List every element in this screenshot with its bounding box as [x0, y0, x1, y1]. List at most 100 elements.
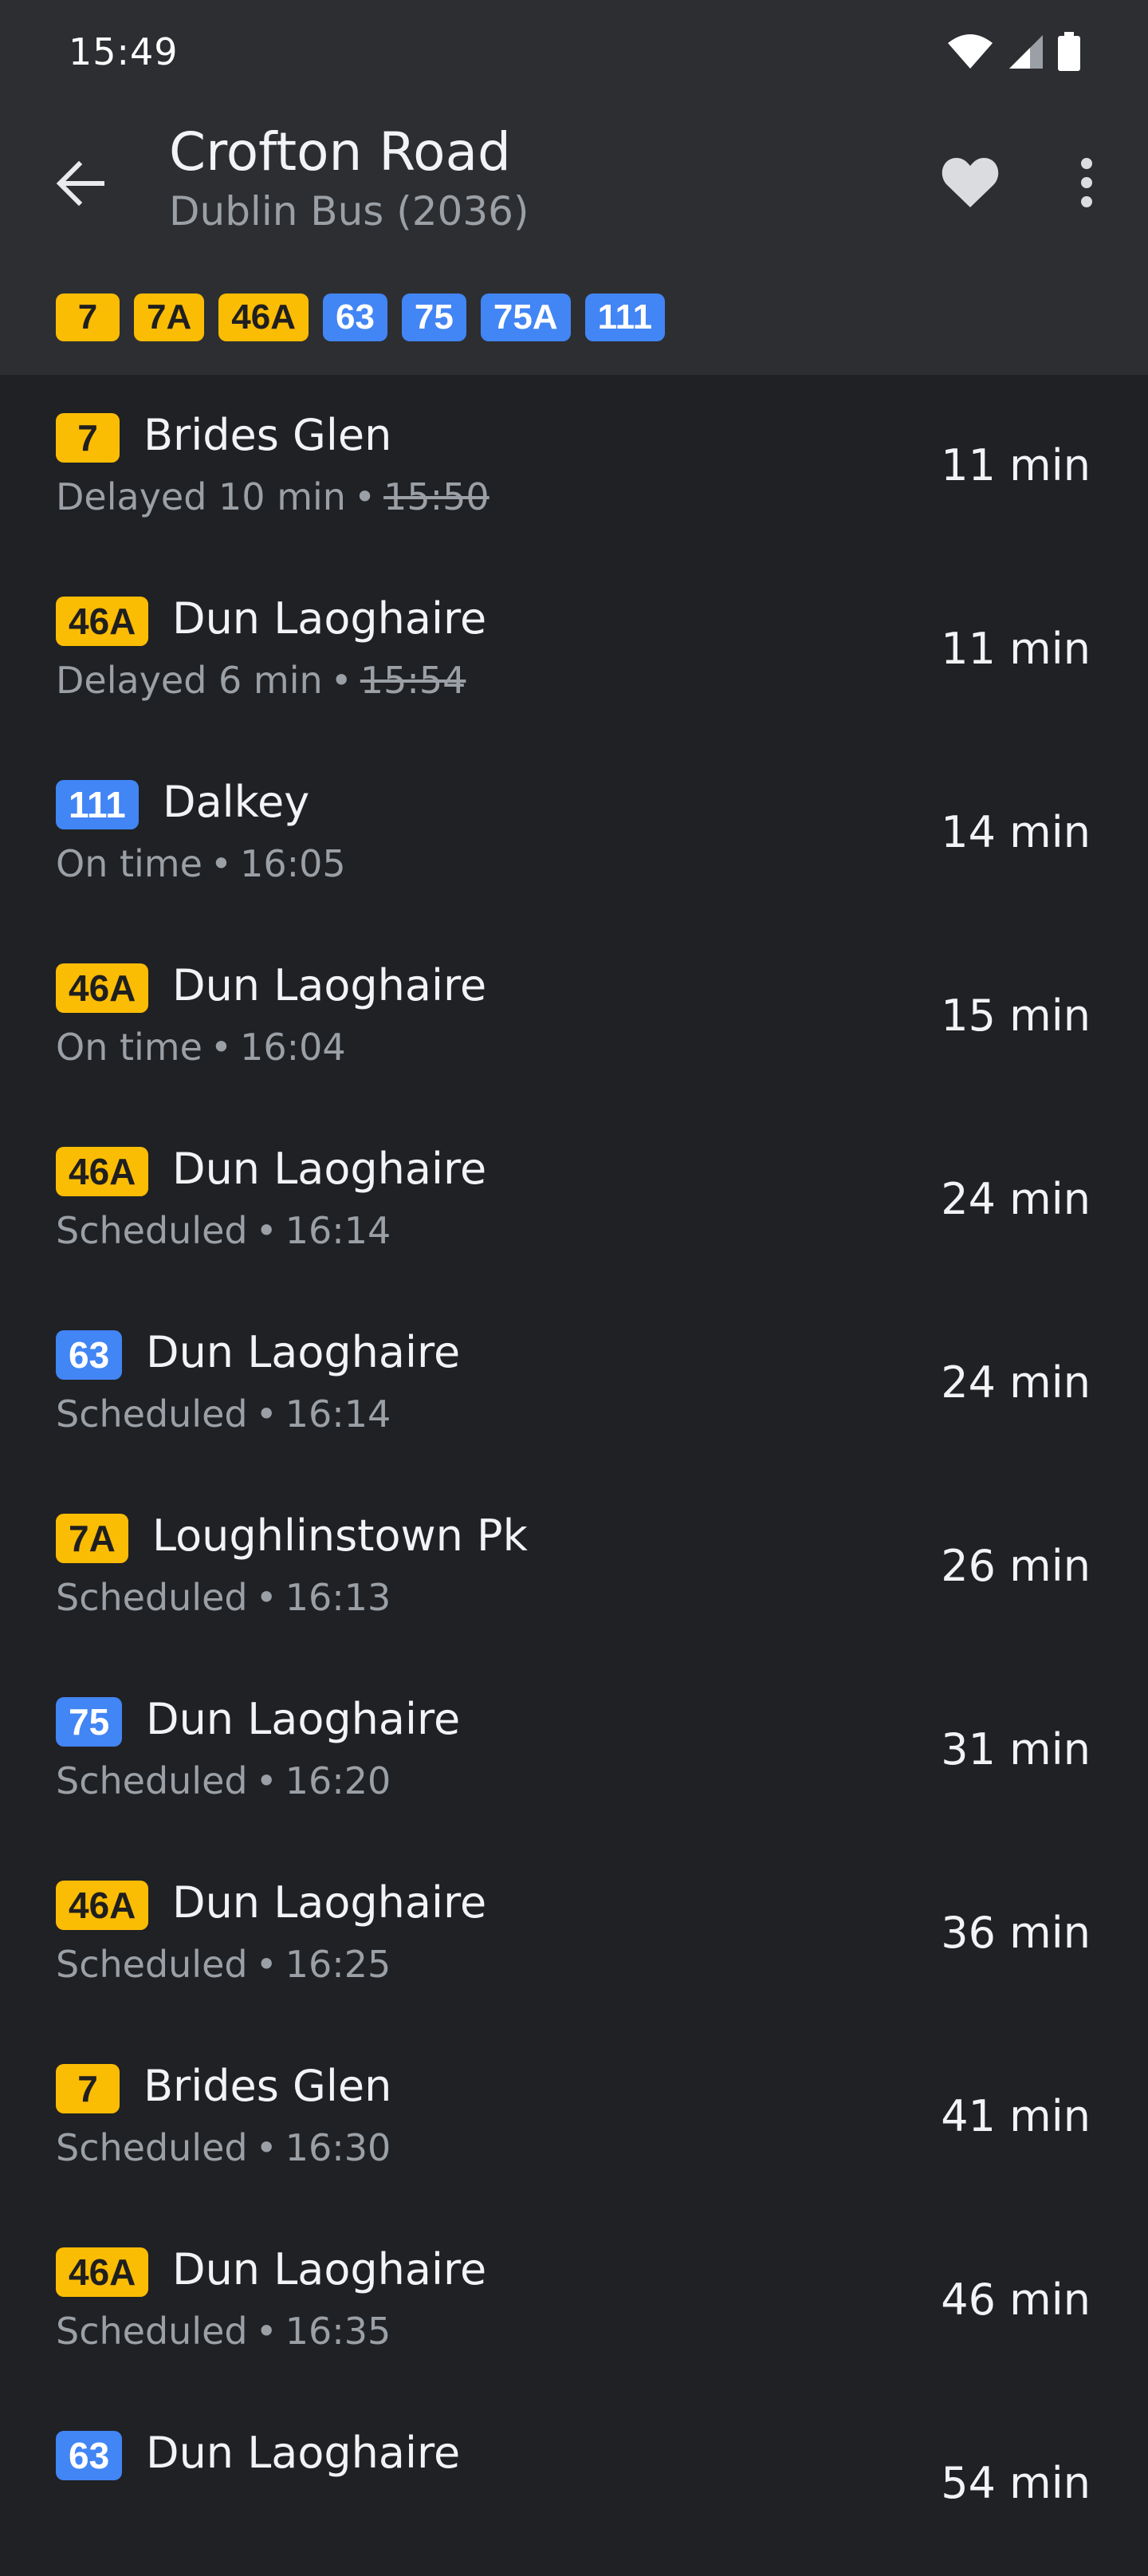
more-options-button[interactable]: [1051, 148, 1122, 220]
destination-label: Dun Laoghaire: [172, 960, 487, 1010]
scheduled-time-struck: 15:50: [383, 475, 489, 518]
departure-row[interactable]: 63 Dun Laoghaire 54 min: [0, 2393, 1148, 2576]
separator-dot: •: [353, 475, 376, 518]
separator-dot: •: [330, 659, 352, 702]
departure-row[interactable]: 46A Dun Laoghaire Scheduled • 16:25 36 min: [0, 1842, 1148, 2026]
due-in-label: 46 min: [941, 2275, 1091, 2325]
due-in-label: 26 min: [941, 1541, 1091, 1591]
destination-label: Dun Laoghaire: [172, 1144, 487, 1194]
cell-signal-icon: [1006, 33, 1044, 73]
system-icons: [947, 32, 1081, 75]
status-text: Delayed 6 min: [56, 659, 323, 702]
status-text: Scheduled: [56, 1759, 248, 1802]
departure-row[interactable]: 63 Dun Laoghaire Scheduled • 16:14 24 min: [0, 1292, 1148, 1475]
status-text: On time: [56, 1026, 202, 1069]
status-text: On time: [56, 842, 202, 885]
departure-row[interactable]: 7 Brides Glen Delayed 10 min • 15:50 11 min: [0, 375, 1148, 558]
stop-title: Crofton Road: [169, 121, 511, 183]
status-text: Delayed 10 min: [56, 475, 346, 518]
scheduled-time: 16:35: [285, 2310, 391, 2353]
due-in-label: 41 min: [941, 2091, 1091, 2141]
destination-label: Loughlinstown Pk: [152, 1511, 528, 1561]
destination-label: Dun Laoghaire: [172, 593, 487, 644]
due-in-label: 36 min: [941, 1908, 1091, 1958]
departure-status: Scheduled • 16:25: [56, 1943, 391, 1986]
departure-row[interactable]: 46A Dun Laoghaire On time • 16:04 15 min: [0, 925, 1148, 1109]
due-in-label: 11 min: [941, 624, 1091, 674]
status-time: 15:49: [69, 30, 179, 73]
favorite-button[interactable]: [934, 148, 1006, 220]
separator-dot: •: [255, 1392, 277, 1436]
due-in-label: 14 min: [941, 807, 1091, 857]
stop-operator-subtitle: Dublin Bus (2036): [169, 188, 529, 234]
route-badge: 63: [56, 2431, 123, 2480]
departure-row[interactable]: 46A Dun Laoghaire Delayed 6 min • 15:54 11 mi…: [0, 558, 1148, 742]
departure-row[interactable]: 75 Dun Laoghaire Scheduled • 16:20 31 min: [0, 1659, 1148, 1842]
route-chip[interactable]: 7A: [134, 293, 205, 341]
status-bar: 15:49: [0, 0, 1148, 105]
status-text: Scheduled: [56, 2310, 248, 2353]
destination-label: Brides Glen: [144, 2061, 392, 2111]
departure-status: Scheduled • 16:13: [56, 1576, 391, 1619]
departure-row[interactable]: 111 Dalkey On time • 16:05 14 min: [0, 742, 1148, 925]
departure-status: Scheduled • 16:20: [56, 1759, 391, 1802]
status-text: Scheduled: [56, 1943, 248, 1986]
departure-row[interactable]: 46A Dun Laoghaire Scheduled • 16:14 24 min: [0, 1109, 1148, 1292]
status-text: Scheduled: [56, 1576, 248, 1619]
app-bar: Crofton Road Dublin Bus (2036) 7 7A 46A 63 7…: [0, 105, 1148, 375]
route-chip[interactable]: 75A: [480, 293, 571, 341]
departure-status: Delayed 10 min • 15:50: [56, 475, 489, 518]
departure-status: Scheduled • 16:30: [56, 2126, 391, 2169]
scheduled-time: 16:04: [240, 1026, 346, 1069]
departure-row[interactable]: 7A Loughlinstown Pk Scheduled • 16:13 26 min: [0, 1475, 1148, 1659]
destination-label: Dalkey: [163, 777, 310, 827]
heart-icon: [941, 156, 1000, 212]
back-button[interactable]: [45, 150, 115, 220]
destination-label: Dun Laoghaire: [146, 1694, 461, 1744]
route-chip[interactable]: 46A: [218, 293, 309, 341]
arrow-back-icon: [55, 160, 105, 209]
departure-status: On time • 16:05: [56, 842, 346, 885]
more-vert-icon: [1079, 157, 1095, 211]
separator-dot: •: [255, 2310, 277, 2353]
wifi-icon: [947, 33, 993, 73]
scheduled-time: 16:05: [240, 842, 346, 885]
due-in-label: 24 min: [941, 1357, 1091, 1408]
destination-label: Brides Glen: [144, 410, 392, 460]
route-badge: 75: [56, 1697, 123, 1747]
route-chip[interactable]: 63: [322, 293, 387, 341]
scheduled-time: 16:25: [285, 1943, 391, 1986]
due-in-label: 15 min: [941, 991, 1091, 1041]
departure-status: On time • 16:04: [56, 1026, 346, 1069]
route-badge: 46A: [56, 1881, 149, 1930]
route-badge: 46A: [56, 597, 149, 646]
route-badge: 7A: [56, 1514, 128, 1563]
separator-dot: •: [255, 1943, 277, 1986]
route-chip[interactable]: 7: [56, 293, 120, 341]
departure-status: Scheduled • 16:14: [56, 1392, 391, 1436]
destination-label: Dun Laoghaire: [172, 2244, 487, 2294]
status-text: Scheduled: [56, 2126, 248, 2169]
battery-icon: [1057, 32, 1081, 75]
route-badge: 46A: [56, 2247, 149, 2297]
destination-label: Dun Laoghaire: [146, 2428, 461, 2478]
destination-label: Dun Laoghaire: [172, 1877, 487, 1928]
departures-list: 7 Brides Glen Delayed 10 min • 15:50 11 min 46…: [0, 375, 1148, 2576]
departure-row[interactable]: 46A Dun Laoghaire Scheduled • 16:35 46 min: [0, 2209, 1148, 2393]
due-in-label: 11 min: [941, 440, 1091, 490]
separator-dot: •: [255, 2126, 277, 2169]
due-in-label: 54 min: [941, 2458, 1091, 2508]
separator-dot: •: [210, 1026, 233, 1069]
route-chip[interactable]: 75: [401, 293, 466, 341]
route-badge: 46A: [56, 963, 149, 1013]
route-badge: 46A: [56, 1147, 149, 1196]
departure-status: Scheduled • 16:35: [56, 2310, 391, 2353]
departure-row[interactable]: 7 Brides Glen Scheduled • 16:30 41 min: [0, 2026, 1148, 2209]
separator-dot: •: [210, 842, 233, 885]
route-badge: 63: [56, 1330, 123, 1380]
route-chip[interactable]: 111: [584, 293, 666, 341]
route-filter-chips: 7 7A 46A 63 75 75A 111: [56, 293, 666, 341]
scheduled-time: 16:30: [285, 2126, 391, 2169]
route-badge: 111: [56, 780, 139, 829]
scheduled-time: 16:14: [285, 1392, 391, 1436]
